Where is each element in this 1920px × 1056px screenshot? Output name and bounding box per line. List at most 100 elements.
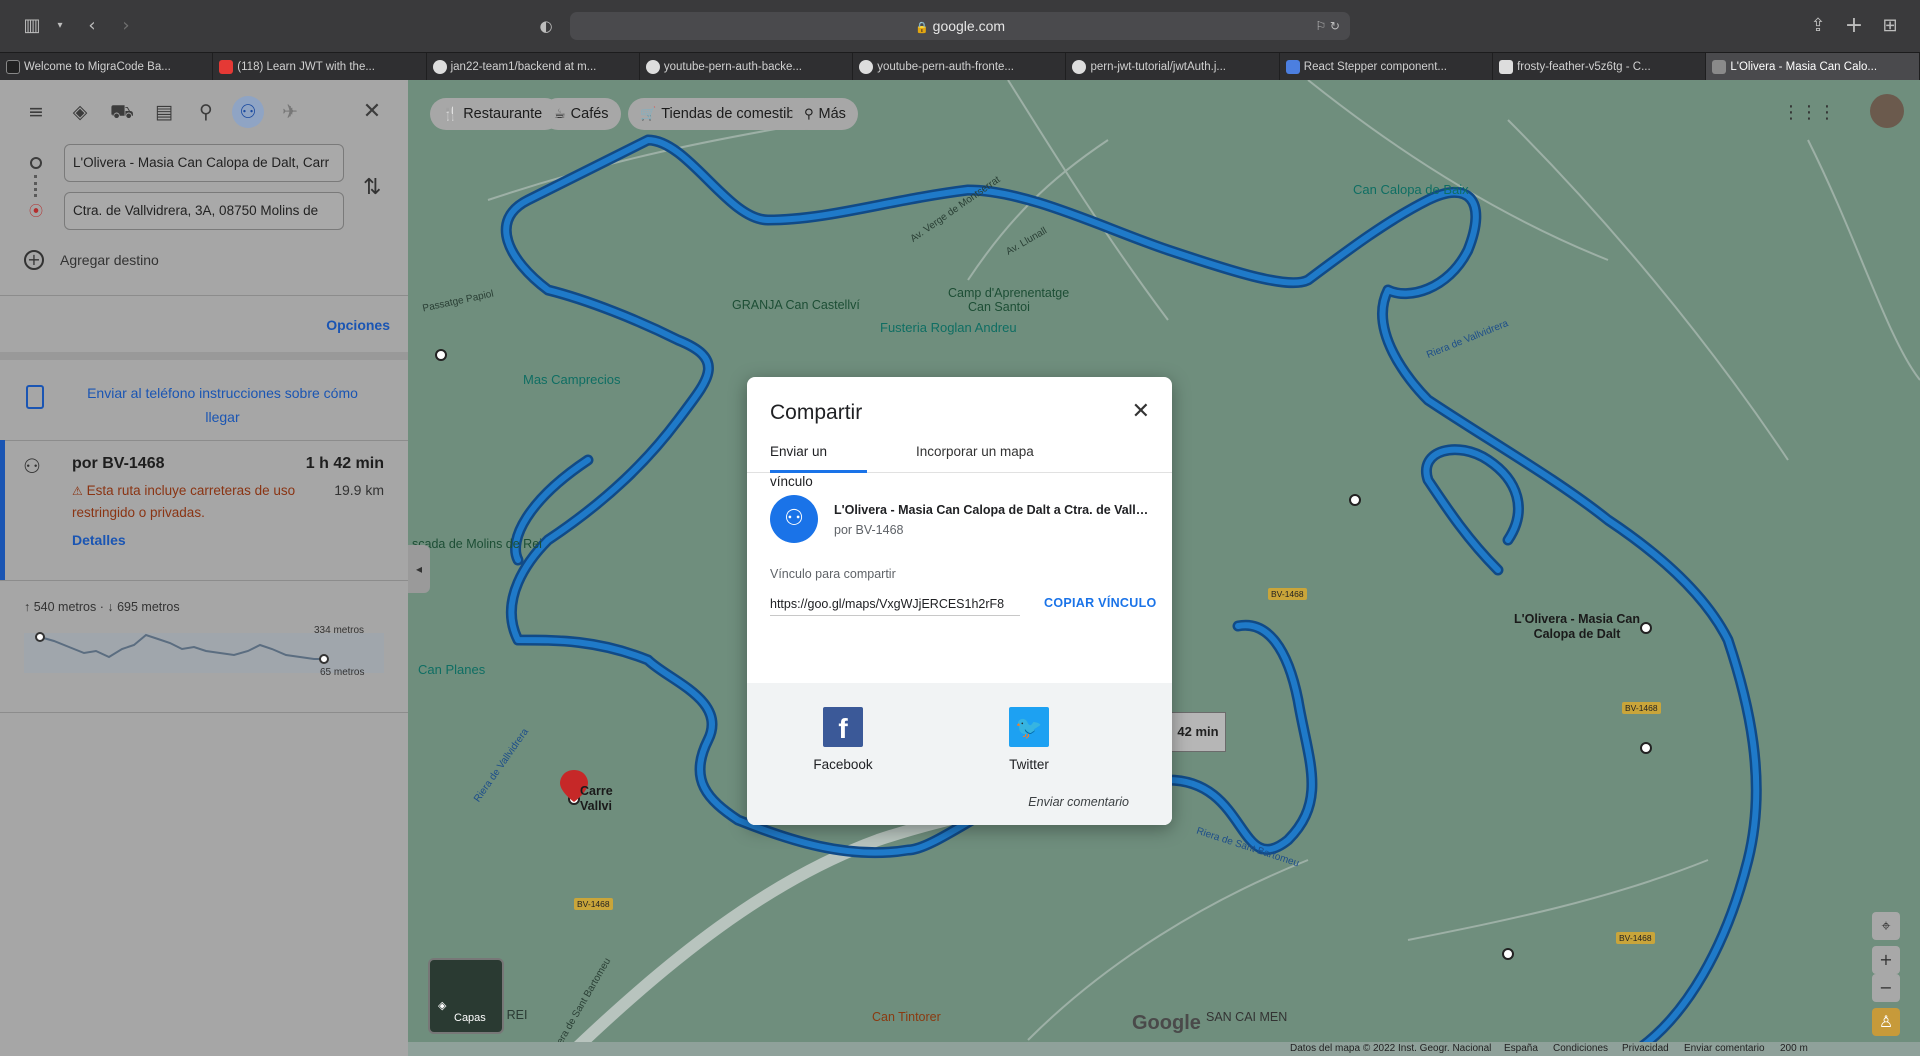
my-location-icon[interactable]: ⌖ — [1872, 912, 1900, 940]
github-icon — [1072, 60, 1087, 74]
share-icon[interactable]: ⇪ — [1806, 14, 1830, 38]
road-badge: BV-1468 — [1268, 588, 1307, 600]
elevation-summary: ↑ 540 metros · ↓ 695 metros — [24, 600, 180, 614]
poi-can-santoi[interactable]: Can Santoi — [968, 300, 1030, 314]
tab-item[interactable]: frosty-feather-v5z6tg - C... — [1493, 53, 1707, 81]
origin-marker — [1640, 622, 1652, 634]
poi-can-planes[interactable]: Can Planes — [418, 662, 485, 677]
bicycle-icon[interactable]: ⚇ — [232, 96, 264, 128]
main-road — [563, 784, 1109, 1056]
layers-icon: ◈ — [438, 999, 447, 1012]
sidebar-toggle-icon[interactable]: ▥ — [20, 14, 44, 38]
chip-cafes[interactable]: ☕ Cafés — [542, 98, 621, 130]
shield-icon[interactable]: ◐ — [534, 14, 558, 38]
social-share-area: f Facebook 🐦 Twitter Enviar comentario — [747, 683, 1172, 825]
layers-button[interactable]: ◈ Capas — [428, 958, 504, 1034]
collapse-panel-button[interactable]: ◂ — [408, 545, 430, 593]
zoom-in-button[interactable]: + — [1872, 946, 1900, 974]
cafe-icon: ☕ — [554, 107, 566, 122]
add-destination-button[interactable]: + Agregar destino — [24, 250, 159, 270]
send-feedback-link[interactable]: Enviar comentario — [1028, 795, 1129, 809]
poi-camp[interactable]: Camp d'Aprenentatge — [948, 286, 1069, 300]
route-waypoint — [1349, 494, 1361, 506]
close-icon[interactable]: ✕ — [356, 96, 388, 128]
tab-item[interactable]: Welcome to MigraCode Ba... — [0, 53, 214, 81]
new-tab-icon[interactable]: + — [1842, 14, 1866, 38]
footer-privacy-link[interactable]: Privacidad — [1622, 1043, 1669, 1054]
footer-terms-link[interactable]: Condiciones — [1553, 1043, 1608, 1054]
zoom-out-button[interactable]: − — [1872, 974, 1900, 1002]
poi-cascada[interactable]: scada de Molins de Rei — [412, 537, 542, 551]
details-link[interactable]: Detalles — [72, 532, 126, 548]
tab-label: React Stepper component... — [1303, 61, 1447, 73]
send-to-phone-button[interactable]: Enviar al teléfono instrucciones sobre c… — [0, 365, 408, 435]
flight-icon[interactable]: ✈ — [274, 96, 306, 128]
address-bar[interactable]: 🔒 google.com ⚐ ↻ — [570, 12, 1350, 40]
poi-granja[interactable]: GRANJA Can Castellví — [732, 298, 860, 312]
close-icon[interactable]: ✕ — [1132, 401, 1150, 423]
best-route-icon[interactable]: ◈ — [64, 96, 96, 128]
facebook-label: Facebook — [813, 757, 873, 772]
tab-item[interactable]: (118) Learn JWT with the... — [213, 53, 427, 81]
swap-icon[interactable]: ⇅ — [363, 175, 381, 200]
tab-embed-map[interactable]: Incorporar un mapa — [916, 437, 1034, 473]
facebook-share-button[interactable]: f Facebook — [803, 707, 883, 772]
road-badge: BV-1468 — [1622, 702, 1661, 714]
divider — [0, 295, 408, 296]
apps-grid-icon[interactable]: ⋮⋮⋮ — [1782, 102, 1836, 123]
tab-label: youtube-pern-auth-fronte... — [877, 61, 1014, 73]
route-waypoint — [435, 349, 447, 361]
phone-icon — [26, 385, 44, 409]
share-link-input[interactable] — [770, 592, 1020, 616]
back-icon[interactable]: ‹ — [80, 14, 104, 38]
minor-road — [967, 139, 1109, 281]
tab-send-link[interactable]: Enviar un vínculo — [770, 437, 867, 489]
tab-label: frosty-feather-v5z6tg - C... — [1517, 61, 1651, 73]
tab-label: pern-jwt-tutorial/jwtAuth.j... — [1090, 61, 1226, 73]
poi-fusteria[interactable]: Fusteria Roglan Andreu — [880, 320, 1017, 335]
elevation-min-label: 65 metros — [320, 667, 364, 678]
github-icon — [645, 60, 660, 74]
pegman-icon[interactable]: ♙ — [1872, 1008, 1900, 1036]
twitter-share-button[interactable]: 🐦 Twitter — [989, 707, 1069, 772]
tab-item[interactable]: youtube-pern-auth-backe... — [640, 53, 854, 81]
poi-can-calopa-baix[interactable]: Can Calopa de Baix — [1353, 182, 1469, 197]
twitter-label: Twitter — [1009, 757, 1049, 772]
url-text: google.com — [932, 18, 1006, 34]
twitter-icon: 🐦 — [1009, 707, 1049, 747]
tab-item[interactable]: jan22-team1/backend at m... — [427, 53, 640, 81]
forward-icon[interactable]: › — [114, 14, 138, 38]
tab-item-active[interactable]: L'Olivera - Masia Can Calo... — [1706, 53, 1920, 81]
translate-reload-icons[interactable]: ⚐ ↻ — [1315, 12, 1340, 40]
route-time-callout[interactable]: 42 min — [1170, 712, 1226, 752]
avatar[interactable] — [1870, 94, 1904, 128]
poi-mas-camprecios[interactable]: Mas Camprecios — [523, 372, 621, 387]
tab-item[interactable]: pern-jwt-tutorial/jwtAuth.j... — [1066, 53, 1280, 81]
route-card[interactable]: ⚇ por BV-1468 1 h 42 min 19.9 km ⚠ Esta … — [0, 440, 408, 580]
tab-overview-icon[interactable]: ⊞ — [1878, 14, 1902, 38]
menu-icon[interactable]: ≡ — [20, 96, 52, 128]
share-dialog: Compartir ✕ Enviar un vínculo Incorporar… — [747, 377, 1172, 825]
origin-input[interactable]: L'Olivera - Masia Can Calopa de Dalt, Ca… — [64, 144, 344, 182]
route-waypoint — [1502, 948, 1514, 960]
walking-icon[interactable]: ⚲ — [190, 96, 222, 128]
road-badge: BV-1468 — [574, 898, 613, 910]
options-button[interactable]: Opciones — [326, 317, 390, 333]
car-icon[interactable]: ⛟ — [106, 96, 138, 128]
tab-item[interactable]: youtube-pern-auth-fronte... — [853, 53, 1067, 81]
stepper-icon — [1285, 60, 1300, 74]
chip-more[interactable]: ⚲ Más — [792, 98, 858, 130]
poi-san-cai-men[interactable]: SAN CAI MEN — [1206, 1010, 1287, 1024]
elevation-chart: 334 metros 65 metros — [24, 625, 384, 678]
transit-icon[interactable]: ▤ — [148, 96, 180, 128]
destination-input[interactable]: Ctra. de Vallvidrera, 3A, 08750 Molins d… — [64, 192, 344, 230]
chevron-down-icon[interactable]: ▾ — [48, 14, 72, 38]
poi-can-tintorer[interactable]: Can Tintorer — [872, 1010, 941, 1024]
send-to-phone-label: Enviar al teléfono instrucciones sobre c… — [87, 385, 358, 425]
tab-label: L'Olivera - Masia Can Calo... — [1730, 61, 1878, 73]
footer-country-link[interactable]: España — [1504, 1043, 1538, 1054]
map-data-credit: Datos del mapa © 2022 Inst. Geogr. Nacio… — [1290, 1043, 1492, 1054]
tab-item[interactable]: React Stepper component... — [1280, 53, 1494, 81]
copy-link-button[interactable]: COPIAR VÍNCULO — [1044, 596, 1157, 610]
footer-feedback-link[interactable]: Enviar comentario — [1684, 1043, 1765, 1054]
